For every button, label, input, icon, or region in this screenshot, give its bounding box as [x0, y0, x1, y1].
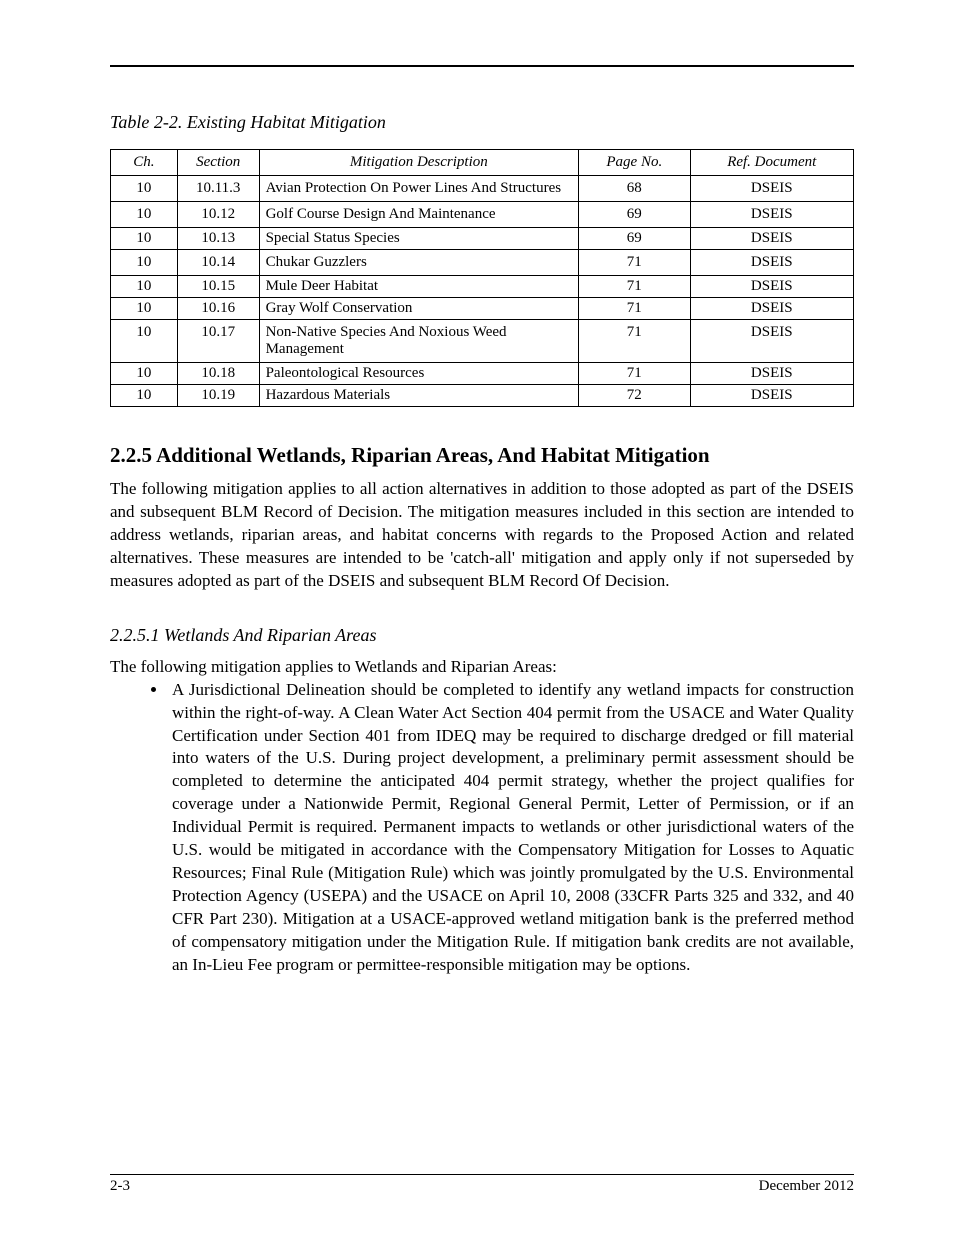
table-header-row: Ch. Section Mitigation Description Page … [111, 150, 854, 176]
th-ref: Ref. Document [690, 150, 853, 176]
footer-page-number: 2-3 [110, 1178, 130, 1195]
th-section: Section [177, 150, 259, 176]
table-row: 10 10.12 Golf Course Design And Maintena… [111, 202, 854, 228]
th-ch: Ch. [111, 150, 178, 176]
table-row: 10 10.17 Non-Native Species And Noxious … [111, 320, 854, 363]
table-row: 10 10.13 Special Status Species 69 DSEIS [111, 228, 854, 250]
wra-lead-paragraph: The following mitigation applies to Wetl… [110, 656, 854, 679]
footer-date: December 2012 [759, 1178, 854, 1195]
wra-bullet-list: A Jurisdictional Delineation should be c… [110, 679, 854, 977]
table-row: 10 10.16 Gray Wolf Conservation 71 DSEIS [111, 298, 854, 320]
section-intro-paragraph: The following mitigation applies to all … [110, 478, 854, 593]
table-caption: Table 2-2. Existing Habitat Mitigation [110, 112, 854, 133]
mitigation-table: Ch. Section Mitigation Description Page … [110, 149, 854, 407]
table-row: 10 10.15 Mule Deer Habitat 71 DSEIS [111, 276, 854, 298]
table-row: 10 10.11.3 Avian Protection On Power Lin… [111, 176, 854, 202]
th-desc: Mitigation Description [259, 150, 579, 176]
list-item: A Jurisdictional Delineation should be c… [168, 679, 854, 977]
th-page: Page No. [579, 150, 690, 176]
footer-rule [110, 1174, 854, 1175]
header-rule [110, 65, 854, 67]
table-row: 10 10.18 Paleontological Resources 71 DS… [111, 363, 854, 385]
table-body: 10 10.11.3 Avian Protection On Power Lin… [111, 176, 854, 407]
section-heading-mitigation: 2.2.5 Additional Wetlands, Riparian Area… [110, 443, 854, 468]
page-footer: 2-3 December 2012 [110, 1174, 854, 1195]
subsection-heading-wra: 2.2.5.1 Wetlands And Riparian Areas [110, 625, 854, 646]
table-row: 10 10.14 Chukar Guzzlers 71 DSEIS [111, 250, 854, 276]
table-row: 10 10.19 Hazardous Materials 72 DSEIS [111, 385, 854, 407]
